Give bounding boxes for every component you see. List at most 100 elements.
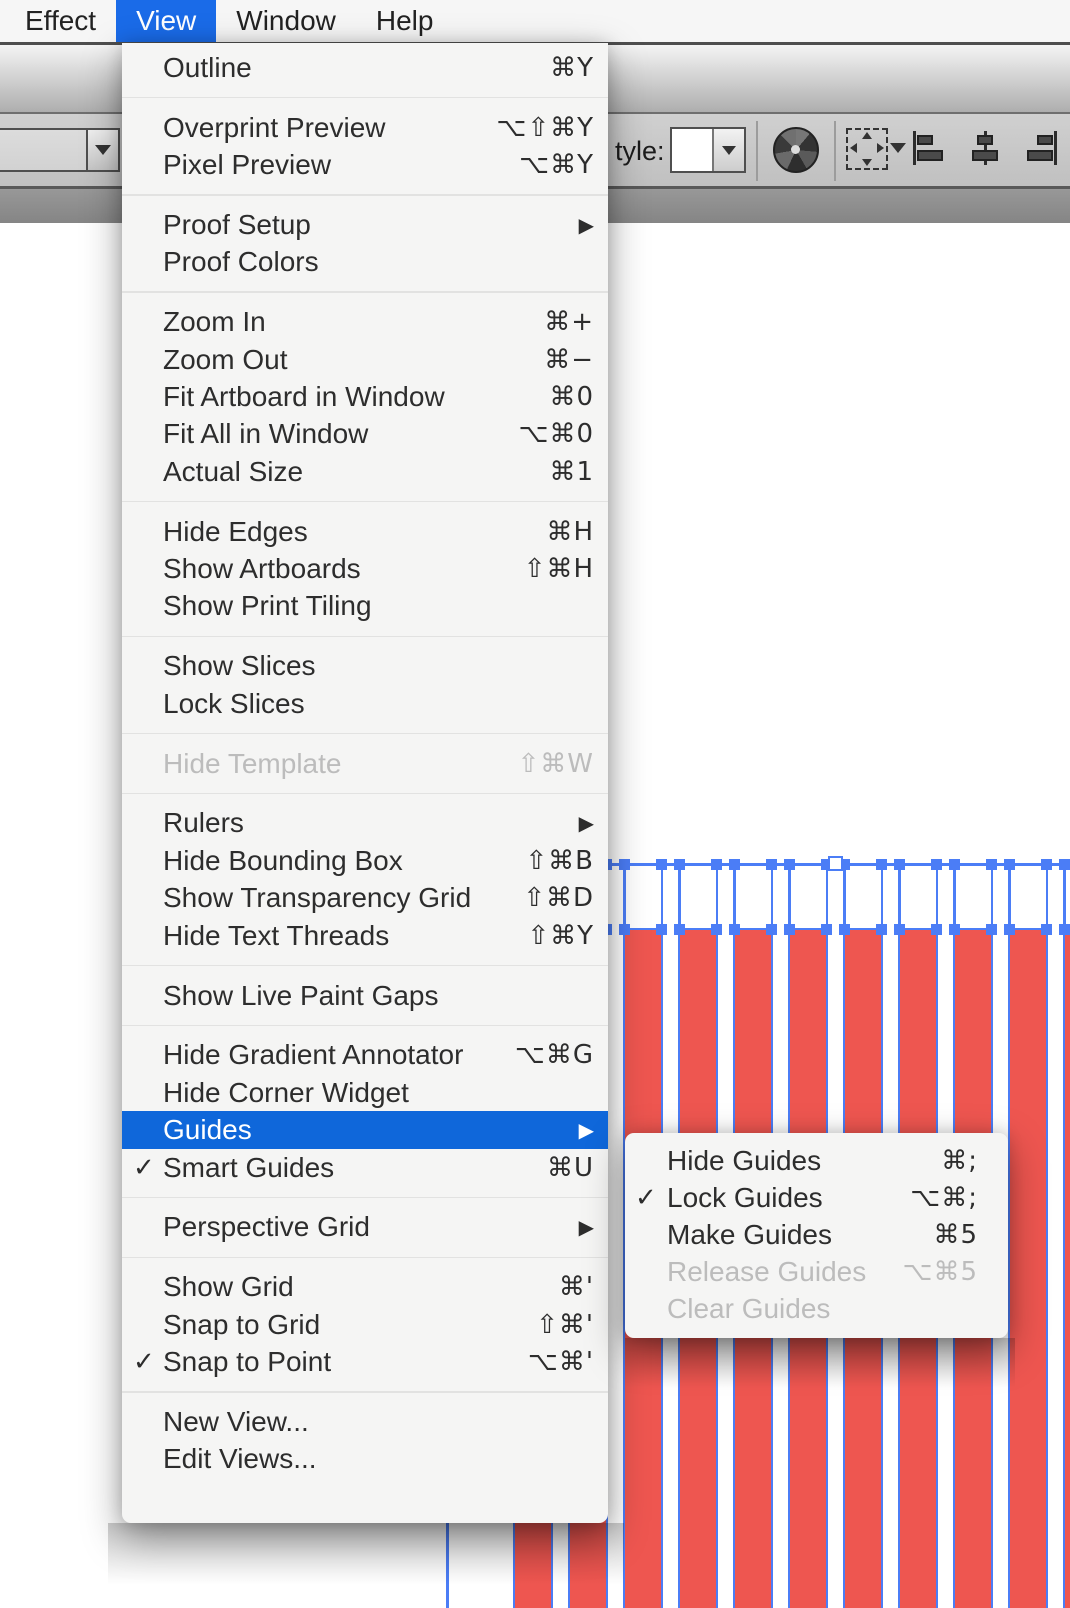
- anchor-handle[interactable]: [729, 859, 740, 870]
- left-dropdown-field[interactable]: [0, 128, 120, 172]
- anchor-handle[interactable]: [931, 859, 942, 870]
- color-wheel-icon[interactable]: [773, 127, 819, 173]
- menu-item-make-guides[interactable]: Make Guides⌘5: [625, 1216, 1008, 1253]
- anchor-handle[interactable]: [1059, 859, 1070, 870]
- checkmark-icon: ✓: [133, 1347, 155, 1377]
- selection-path-vertical: [788, 863, 791, 930]
- anchor-handle[interactable]: [674, 859, 685, 870]
- menu-item-hide-corner-widget[interactable]: Hide Corner Widget: [122, 1074, 608, 1111]
- menu-item-fit-all-in-window[interactable]: Fit All in Window⌥⌘0: [122, 416, 608, 453]
- menu-item-hide-guides[interactable]: Hide Guides⌘;: [625, 1142, 1008, 1179]
- anchor-handle[interactable]: [711, 859, 722, 870]
- menu-item-actual-size[interactable]: Actual Size⌘1: [122, 453, 608, 490]
- menu-item-show-live-paint-gaps[interactable]: Show Live Paint Gaps: [122, 977, 608, 1014]
- menu-item-new-view[interactable]: New View...: [122, 1403, 608, 1440]
- menu-item-hide-text-threads[interactable]: Hide Text Threads⇧⌘Y: [122, 917, 608, 954]
- menu-item-label: Perspective Grid: [163, 1211, 370, 1243]
- selection-path-vertical: [936, 863, 939, 930]
- anchor-handle[interactable]: [1004, 924, 1015, 935]
- menubar-item-effect[interactable]: Effect: [5, 0, 116, 42]
- selection-path-vertical: [1008, 863, 1011, 930]
- submenu-arrow-icon: ▶: [579, 213, 594, 237]
- menu-item-label: Zoom Out: [163, 344, 287, 376]
- anchor-handle[interactable]: [766, 924, 777, 935]
- align-right-icon[interactable]: [1019, 129, 1057, 167]
- menubar-item-view[interactable]: View: [116, 0, 216, 42]
- menu-item-zoom-out[interactable]: Zoom Out⌘−: [122, 341, 608, 378]
- style-swatch[interactable]: [672, 129, 714, 171]
- anchor-handle[interactable]: [1041, 924, 1052, 935]
- dropdown-arrow-icon[interactable]: [890, 143, 906, 153]
- anchor-handle[interactable]: [729, 924, 740, 935]
- anchor-handle[interactable]: [766, 859, 777, 870]
- select-similar-icon[interactable]: [846, 128, 888, 170]
- red-stripe[interactable]: [1008, 928, 1048, 1608]
- menu-item-show-transparency-grid[interactable]: Show Transparency Grid⇧⌘D: [122, 880, 608, 917]
- menu-item-overprint-preview[interactable]: Overprint Preview⌥⇧⌘Y: [122, 109, 608, 146]
- anchor-handle[interactable]: [1041, 859, 1052, 870]
- menu-item-zoom-in[interactable]: Zoom In⌘+: [122, 303, 608, 340]
- align-center-icon[interactable]: [966, 129, 1004, 167]
- menu-item-show-slices[interactable]: Show Slices: [122, 648, 608, 685]
- anchor-handle-hollow[interactable]: [828, 856, 843, 871]
- menu-item-hide-bounding-box[interactable]: Hide Bounding Box⇧⌘B: [122, 842, 608, 879]
- anchor-handle[interactable]: [986, 859, 997, 870]
- menu-item-hide-gradient-annotator[interactable]: Hide Gradient Annotator⌥⌘G: [122, 1037, 608, 1074]
- anchor-handle[interactable]: [876, 924, 887, 935]
- menu-item-lock-guides[interactable]: ✓Lock Guides⌥⌘;: [625, 1179, 1008, 1216]
- menu-item-lock-slices[interactable]: Lock Slices: [122, 685, 608, 722]
- align-left-icon[interactable]: [913, 129, 951, 167]
- menu-item-label: Make Guides: [667, 1219, 832, 1251]
- style-swatch-dropdown[interactable]: [670, 127, 746, 173]
- anchor-handle[interactable]: [986, 924, 997, 935]
- swatch-dropdown-icon[interactable]: [714, 129, 744, 171]
- left-dropdown-value[interactable]: [0, 130, 88, 170]
- menu-item-proof-colors[interactable]: Proof Colors: [122, 244, 608, 281]
- menu-item-guides[interactable]: Guides▶: [122, 1111, 608, 1148]
- menu-item-snap-to-grid[interactable]: Snap to Grid⇧⌘': [122, 1306, 608, 1343]
- anchor-handle[interactable]: [656, 924, 667, 935]
- dropdown-arrow-icon[interactable]: [88, 130, 118, 170]
- menu-item-shortcut: ⌥⌘5: [902, 1257, 978, 1287]
- anchor-handle[interactable]: [1059, 924, 1070, 935]
- anchor-handle[interactable]: [876, 859, 887, 870]
- menu-item-proof-setup[interactable]: Proof Setup▶: [122, 206, 608, 243]
- menu-item-shortcut: ⌥⌘Y: [519, 150, 594, 180]
- anchor-handle[interactable]: [656, 859, 667, 870]
- anchor-handle[interactable]: [619, 859, 630, 870]
- menu-item-label: Pixel Preview: [163, 149, 331, 181]
- menu-item-snap-to-point[interactable]: ✓Snap to Point⌥⌘': [122, 1343, 608, 1380]
- menu-item-show-print-tiling[interactable]: Show Print Tiling: [122, 588, 608, 625]
- anchor-handle[interactable]: [949, 924, 960, 935]
- menu-separator: [122, 501, 608, 503]
- anchor-handle[interactable]: [894, 924, 905, 935]
- menu-item-smart-guides[interactable]: ✓Smart Guides⌘U: [122, 1149, 608, 1186]
- anchor-handle[interactable]: [839, 924, 850, 935]
- anchor-handle[interactable]: [711, 924, 722, 935]
- menu-item-label: Snap to Point: [163, 1346, 331, 1378]
- red-stripe[interactable]: [1063, 928, 1070, 1608]
- anchor-handle[interactable]: [821, 924, 832, 935]
- anchor-handle[interactable]: [931, 924, 942, 935]
- menu-item-label: Zoom In: [163, 306, 266, 338]
- anchor-handle[interactable]: [949, 859, 960, 870]
- anchor-handle[interactable]: [894, 859, 905, 870]
- anchor-handle[interactable]: [619, 924, 630, 935]
- menubar-item-window[interactable]: Window: [216, 0, 356, 42]
- anchor-handle[interactable]: [674, 924, 685, 935]
- menu-item-perspective-grid[interactable]: Perspective Grid▶: [122, 1209, 608, 1246]
- anchor-handle[interactable]: [784, 859, 795, 870]
- anchor-handle[interactable]: [1004, 859, 1015, 870]
- menu-item-show-artboards[interactable]: Show Artboards⇧⌘H: [122, 550, 608, 587]
- menu-item-pixel-preview[interactable]: Pixel Preview ⌥⌘Y: [122, 146, 608, 183]
- menu-item-outline[interactable]: Outline⌘Y: [122, 49, 608, 86]
- anchor-handle[interactable]: [784, 924, 795, 935]
- menu-item-edit-views[interactable]: Edit Views...: [122, 1441, 608, 1478]
- menu-item-show-grid[interactable]: Show Grid⌘': [122, 1269, 608, 1306]
- menubar-item-help[interactable]: Help: [356, 0, 454, 42]
- selection-path-vertical: [843, 863, 846, 930]
- menu-item-hide-edges[interactable]: Hide Edges⌘H: [122, 513, 608, 550]
- menu-item-rulers[interactable]: Rulers▶: [122, 805, 608, 842]
- menu-item-fit-artboard-in-window[interactable]: Fit Artboard in Window⌘0: [122, 378, 608, 415]
- menu-item-label: New View...: [163, 1406, 309, 1438]
